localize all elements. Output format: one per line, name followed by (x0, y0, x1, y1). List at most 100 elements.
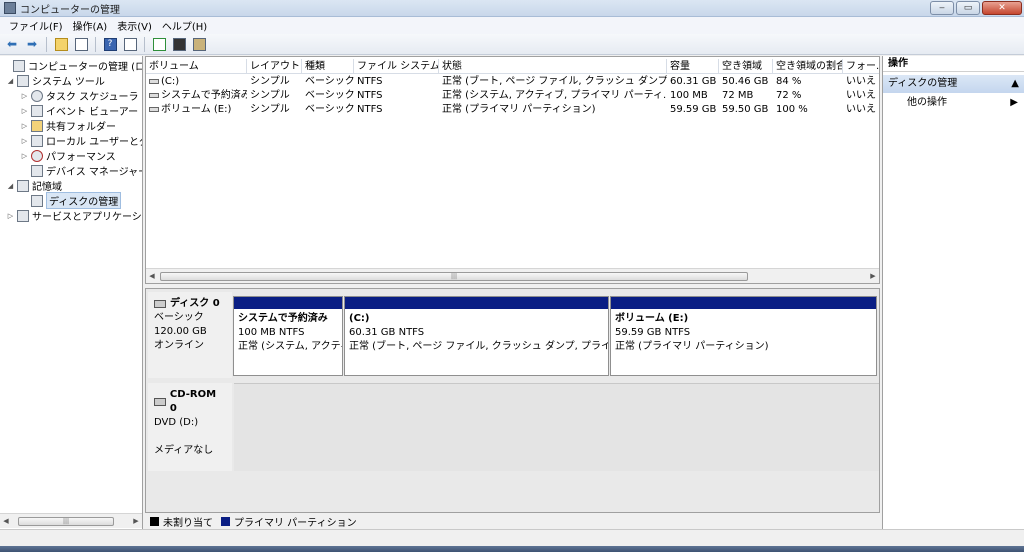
tree-item-local-users[interactable]: ▷ ローカル ユーザーとグ (20, 133, 142, 148)
collapse-up-icon[interactable]: ▲ (1011, 75, 1019, 93)
tree-item-label: サービスとアプリケーショ (32, 212, 143, 223)
partition-status: 正常 (システム, アクティ (238, 341, 342, 352)
column-header-type[interactable]: 種類 (302, 59, 354, 74)
menu-action[interactable]: 操作(A) (68, 18, 113, 33)
partition-system-reserved[interactable]: システムで予約済み 100 MB NTFS 正常 (システム, アクティ (233, 296, 343, 376)
legend-primary-partition: プライマリ パーティション (234, 517, 357, 529)
computer-management-icon (4, 2, 16, 14)
legend-unallocated: 未割り当て (163, 517, 213, 529)
window-title: コンピューターの管理 (20, 4, 120, 16)
scroll-left-icon[interactable]: ◀ (146, 272, 158, 280)
cell-volume: (C:) (146, 75, 247, 89)
column-header-volume[interactable]: ボリューム (146, 59, 247, 74)
taskbar (0, 546, 1024, 552)
expand-toggle[interactable]: ▷ (20, 107, 29, 115)
disk-0-info[interactable]: ディスク 0 ベーシック 120.00 GB オンライン (148, 292, 232, 378)
column-header-status[interactable]: 状態 (439, 59, 667, 74)
expand-toggle[interactable]: ◢ (6, 182, 15, 190)
tree-item-event-viewer[interactable]: ▷ イベント ビューアー (20, 103, 138, 118)
column-header-fault-tolerance[interactable]: フォー... (843, 59, 879, 74)
cdrom-icon (154, 398, 166, 406)
tree-horizontal-scrollbar[interactable]: ◀ ||| ▶ (0, 513, 142, 528)
menu-help[interactable]: ヘルプ(H) (157, 18, 212, 33)
submenu-arrow-icon: ▶ (1010, 97, 1018, 108)
tree-item-storage[interactable]: ◢ 記憶域 (6, 178, 62, 193)
cell-status: 正常 (システム, アクティブ, プライマリ パーティ... (442, 90, 667, 101)
action-section-disk-management[interactable]: ディスクの管理 ▲ (883, 75, 1024, 93)
close-button[interactable]: ✕ (982, 1, 1022, 15)
tree-item-computer-management[interactable]: コンピューターの管理 (ローカ (2, 58, 142, 73)
show-hide-tree-button[interactable] (72, 36, 90, 53)
help-button[interactable]: ? (101, 36, 119, 53)
cell-capacity: 100 MB (670, 90, 708, 101)
up-level-button[interactable] (52, 36, 70, 53)
disk-settings-button[interactable] (190, 36, 208, 53)
scrollbar-thumb[interactable]: ||| (160, 271, 748, 281)
column-header-layout[interactable]: レイアウト (247, 59, 302, 74)
event-viewer-icon (31, 104, 43, 117)
volume-name: ボリューム (E:) (161, 104, 232, 115)
column-header-file-system[interactable]: ファイル システム (354, 59, 439, 74)
expand-toggle[interactable]: ▷ (6, 212, 15, 220)
tree-item-disk-management[interactable]: ディスクの管理 (20, 192, 122, 209)
cdrom-0-media-area[interactable] (234, 383, 879, 471)
cdrom-0-title: CD-ROM 0 (169, 389, 217, 414)
expand-toggle[interactable]: ◢ (6, 77, 15, 85)
maximize-button[interactable]: ▭ (956, 1, 980, 15)
action-pane-title: 操作 (883, 56, 1024, 72)
disk-0-state: オンライン (154, 340, 204, 351)
expand-toggle[interactable]: ▷ (20, 137, 29, 145)
column-header-free-space[interactable]: 空き領域 (719, 59, 773, 74)
volume-list-horizontal-scrollbar[interactable]: ◀ ||| ▶ (146, 268, 879, 283)
tree-item-services-apps[interactable]: ▷ サービスとアプリケーショ (6, 208, 143, 223)
cell-free-space: 72 MB (722, 90, 754, 101)
table-row[interactable]: システムで予約済み シンプル ベーシック NTFS 正常 (システム, アクティ… (146, 89, 879, 103)
properties-button[interactable] (170, 36, 188, 53)
disk-0-title-row: ディスク 0 (154, 297, 226, 311)
tools-icon (17, 74, 29, 87)
expand-toggle[interactable]: ▷ (20, 122, 29, 130)
menu-file[interactable]: ファイル(F) (4, 18, 68, 33)
partition-name: システムで予約済み (238, 313, 328, 324)
cdrom-0-type: DVD (D:) (154, 417, 199, 428)
more-actions-item[interactable]: 他の操作 ▶ (883, 95, 1024, 111)
partition-c[interactable]: (C:) 60.31 GB NTFS 正常 (ブート, ページ ファイル, クラ… (344, 296, 609, 376)
expand-toggle[interactable]: ▷ (20, 152, 29, 160)
performance-icon (31, 149, 43, 162)
primary-partition-swatch (221, 516, 230, 526)
tree-item-system-tools[interactable]: ◢ システム ツール (6, 73, 105, 88)
expand-toggle[interactable]: ▷ (20, 92, 29, 100)
primary-partition-bar (234, 297, 342, 309)
table-row[interactable]: ボリューム (E:) シンプル ベーシック NTFS 正常 (プライマリ パーテ… (146, 103, 879, 117)
show-hide-action-pane-button[interactable] (121, 36, 139, 53)
cell-layout: シンプル (250, 90, 290, 101)
scroll-right-icon[interactable]: ▶ (867, 272, 879, 280)
tree-item-task-scheduler[interactable]: ▷ タスク スケジューラ (20, 88, 138, 103)
cell-percent-free: 72 % (776, 90, 802, 101)
back-button[interactable]: ⬅ (3, 36, 21, 53)
action-section-label: ディスクの管理 (888, 78, 958, 89)
refresh-icon (152, 37, 166, 51)
cdrom-0-info[interactable]: CD-ROM 0 DVD (D:) メディアなし (148, 383, 232, 471)
column-header-capacity[interactable]: 容量 (667, 59, 719, 74)
cell-free-space: 59.50 GB (722, 104, 769, 115)
tree-item-shared-folders[interactable]: ▷ 共有フォルダー (20, 118, 116, 133)
scroll-right-icon[interactable]: ▶ (130, 517, 142, 525)
volume-icon (149, 78, 159, 84)
tree-item-performance[interactable]: ▷ パフォーマンス (20, 148, 116, 163)
folder-up-icon (54, 37, 68, 51)
forward-button[interactable]: ➡ (23, 36, 41, 53)
hard-disk-icon (154, 300, 166, 308)
status-bar (0, 529, 1024, 546)
refresh-button[interactable] (150, 36, 168, 53)
menu-view[interactable]: 表示(V) (112, 18, 157, 33)
tree-item-device-manager[interactable]: デバイス マネージャー (20, 163, 142, 178)
table-row[interactable]: (C:) シンプル ベーシック NTFS 正常 (ブート, ページ ファイル, … (146, 75, 879, 89)
cell-file-system: NTFS (357, 76, 383, 87)
scroll-left-icon[interactable]: ◀ (0, 517, 12, 525)
partition-e[interactable]: ボリューム (E:) 59.59 GB NTFS 正常 (プライマリ パーティシ… (610, 296, 877, 376)
column-header-percent-free[interactable]: 空き領域の割合 (773, 59, 843, 74)
minimize-button[interactable]: ‒ (930, 1, 954, 15)
disk-0-title: ディスク 0 (170, 298, 220, 309)
scrollbar-thumb[interactable]: ||| (18, 516, 114, 526)
